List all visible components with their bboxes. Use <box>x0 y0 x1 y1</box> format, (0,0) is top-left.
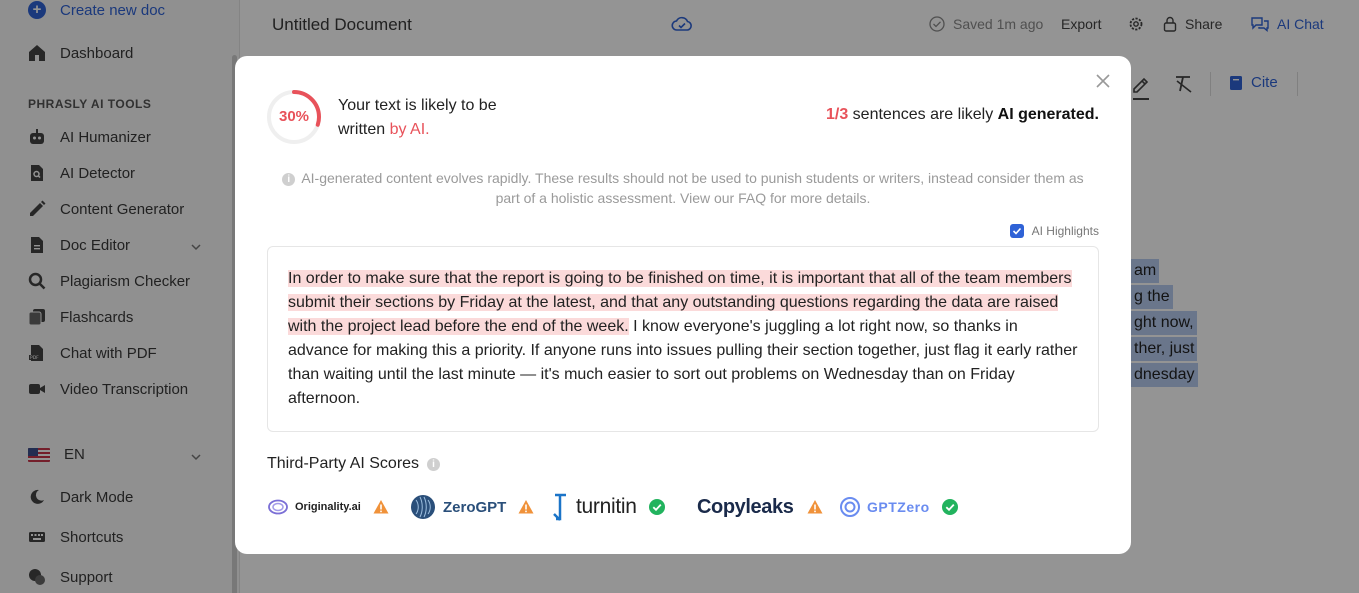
warning-icon <box>373 500 389 514</box>
third-party-scores-heading: Third-Party AI Scores i <box>267 455 441 473</box>
disclaimer-text: AI-generated content evolves rapidly. Th… <box>301 170 1084 206</box>
score-turnitin: turnitin <box>552 490 665 524</box>
check-circle-icon <box>941 499 958 515</box>
likely-message: Your text is likely to be written by AI. <box>338 94 538 142</box>
gptzero-logo-icon <box>840 497 860 517</box>
disclaimer: i AI-generated content evolves rapidly. T… <box>275 168 1091 208</box>
score-zerogpt: ZeroGPT <box>409 490 534 524</box>
zerogpt-logo-icon <box>411 495 435 519</box>
score-name: Originality.ai <box>295 501 361 513</box>
ai-highlights-toggle[interactable]: AI Highlights <box>1009 224 1099 238</box>
third-party-title: Third-Party AI Scores <box>267 455 420 472</box>
sentences-mid: sentences are likely <box>848 106 998 123</box>
close-icon[interactable] <box>1094 72 1112 90</box>
sentences-count: 1/3 <box>825 106 849 123</box>
sentences-bold: AI generated. <box>997 106 1099 123</box>
likely-line1: Your text is likely to be <box>338 97 497 114</box>
score-name: Copyleaks <box>697 495 794 518</box>
score-copyleaks: Copyleaks <box>697 490 823 524</box>
score-name: ZeroGPT <box>443 498 507 516</box>
ai-highlights-label: AI Highlights <box>1031 224 1099 238</box>
originality-logo-icon <box>268 499 288 515</box>
warning-icon <box>807 500 823 514</box>
info-icon: i <box>282 173 296 186</box>
sentences-summary: 1/3 sentences are likely AI generated. <box>826 106 1099 124</box>
likely-line2-prefix: written <box>338 121 390 138</box>
likely-line2-red: by AI. <box>389 121 430 138</box>
score-originality: Originality.ai <box>267 490 389 524</box>
info-icon[interactable]: i <box>427 457 441 471</box>
analyzed-text-box: In order to make sure that the report is… <box>267 246 1099 432</box>
third-party-scores: Originality.ai ZeroGPT turnitin Copyleak… <box>267 490 987 524</box>
score-gptzero: GPTZero <box>839 490 958 524</box>
turnitin-logo-icon <box>553 493 566 521</box>
ai-detection-modal: 30% Your text is likely to be written by… <box>235 56 1131 554</box>
check-circle-icon <box>648 499 665 515</box>
warning-icon <box>518 500 534 514</box>
ai-score-percent: 30% <box>278 108 310 125</box>
score-name: GPTZero <box>867 499 930 515</box>
checkbox-checked-icon[interactable] <box>1009 224 1024 238</box>
score-name: turnitin <box>576 495 637 518</box>
